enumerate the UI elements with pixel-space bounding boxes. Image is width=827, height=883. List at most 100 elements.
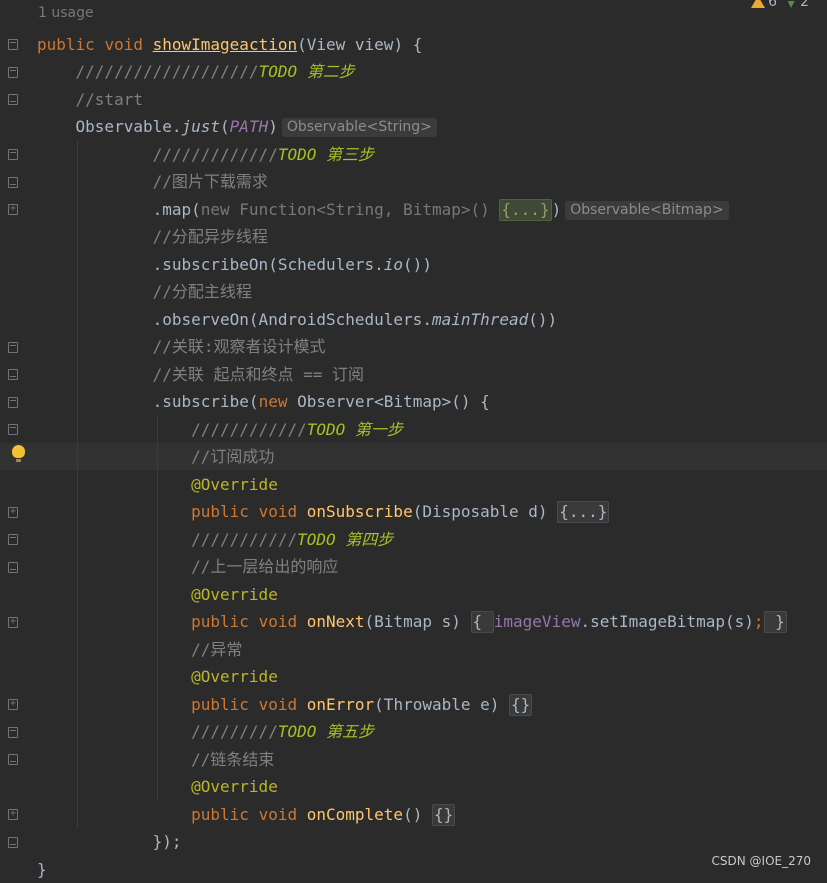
code-token: //订阅成功: [191, 447, 275, 466]
code-token: PATH: [229, 117, 269, 136]
code-token: (Disposable d): [412, 502, 558, 521]
code-token: /////////////: [152, 144, 278, 164]
code-line[interactable]: //start: [0, 86, 827, 113]
code-token: ;: [753, 612, 764, 631]
folded-region[interactable]: {}: [509, 693, 533, 716]
code-line[interactable]: @Override: [0, 773, 827, 800]
code-token: new: [258, 392, 298, 411]
code-line[interactable]: @Override: [0, 581, 827, 608]
code-token: (Throwable e): [374, 694, 510, 714]
code-line[interactable]: });: [0, 828, 827, 855]
code-line[interactable]: //图片下载需求: [0, 168, 827, 195]
code-token: .setImageBitmap(s): [580, 612, 754, 631]
code-token: }: [37, 859, 47, 879]
code-token: imageView: [493, 612, 581, 631]
indent-guide: [77, 141, 78, 829]
code-token: mainThread: [431, 309, 529, 329]
code-token: public: [191, 694, 259, 714]
code-line[interactable]: //异常: [0, 636, 827, 663]
indent-guide: [157, 416, 158, 801]
code-line[interactable]: /////////////TODO 第三步: [0, 141, 827, 168]
usage-hint[interactable]: 1 usage: [38, 5, 94, 21]
code-line[interactable]: public void onComplete() {}: [0, 801, 827, 828]
code-token: Observer<Bitmap>() {: [297, 392, 490, 411]
folded-region[interactable]: }: [763, 611, 787, 633]
code-token: //链条结束: [191, 749, 275, 769]
code-token: ): [268, 117, 278, 136]
warning-icon: [751, 0, 766, 8]
code-token: (: [220, 117, 230, 136]
code-line[interactable]: public void onNext(Bitmap s) { imageView…: [0, 608, 827, 635]
code-token: @Override: [191, 667, 278, 686]
code-token: TODO 第四步: [297, 529, 394, 549]
code-token: TODO 第一步: [306, 419, 403, 439]
lightbulb-icon[interactable]: [12, 445, 25, 462]
code-line[interactable]: }: [0, 856, 827, 883]
code-line[interactable]: /////////TODO 第五步: [0, 718, 827, 745]
code-line[interactable]: ////////////TODO 第一步: [0, 416, 827, 443]
code-line[interactable]: //分配主线程: [0, 278, 827, 305]
code-line[interactable]: //链条结束: [0, 746, 827, 773]
code-line[interactable]: //分配异步线程: [0, 223, 827, 250]
code-line[interactable]: ///////////////////TODO 第二步: [0, 58, 827, 85]
warning-count-label: 6: [768, 0, 778, 10]
code-token: ///////////////////: [75, 62, 259, 81]
code-token: onSubscribe: [306, 502, 413, 521]
code-line[interactable]: @Override: [0, 663, 827, 690]
code-line[interactable]: public void onError(Throwable e) {}: [0, 691, 827, 718]
code-token: onError: [306, 694, 375, 714]
code-token: //异常: [191, 639, 243, 659]
code-token: //关联:观察者设计模式: [152, 337, 326, 356]
code-line[interactable]: .observeOn(AndroidSchedulers.mainThread(…: [0, 306, 827, 333]
code-token: .subscribeOn(Schedulers.: [37, 254, 384, 274]
code-line[interactable]: public void showImageaction(View view) {: [0, 31, 827, 58]
code-line[interactable]: .map(new Function<String, Bitmap>() {...…: [0, 196, 827, 223]
code-line[interactable]: public void onSubscribe(Disposable d) {.…: [0, 498, 827, 525]
code-line[interactable]: //上一层给出的响应: [0, 553, 827, 580]
inspection-widget[interactable]: 6 2: [751, 0, 809, 10]
weak-warning-count[interactable]: 2: [785, 0, 809, 10]
code-token: TODO 第二步: [258, 62, 355, 81]
code-token: public: [37, 34, 105, 54]
code-token: public: [191, 612, 259, 631]
code-token: onComplete: [306, 804, 404, 824]
code-line[interactable]: .subscribe(new Observer<Bitmap>() {: [0, 388, 827, 415]
folded-region[interactable]: {: [470, 611, 494, 633]
code-token: (View view) {: [297, 34, 423, 54]
code-token: just: [181, 117, 221, 136]
code-line[interactable]: .subscribeOn(Schedulers.io()): [0, 251, 827, 278]
code-line[interactable]: @Override: [0, 471, 827, 498]
code-token: ): [551, 199, 562, 219]
warning-count[interactable]: 6: [751, 0, 777, 10]
code-line[interactable]: //关联:观察者设计模式: [0, 333, 827, 360]
code-token: void: [258, 804, 307, 824]
folded-region[interactable]: {...}: [499, 198, 552, 221]
code-token: @Override: [191, 584, 278, 604]
code-line[interactable]: //关联 起点和终点 == 订阅: [0, 361, 827, 388]
code-token: TODO 第三步: [277, 144, 374, 164]
code-token: void: [104, 34, 153, 54]
code-line[interactable]: //订阅成功: [0, 443, 827, 470]
code-line[interactable]: Observable.just(PATH) Observable<String>: [0, 113, 827, 140]
code-token: void: [258, 502, 307, 521]
code-line[interactable]: ///////////TODO 第四步: [0, 526, 827, 553]
code-token: //图片下载需求: [152, 172, 268, 191]
code-token: io: [383, 254, 404, 274]
code-token: ()): [528, 309, 558, 329]
code-token: public: [191, 502, 259, 521]
code-token: ///////////: [191, 529, 298, 549]
folded-region[interactable]: {}: [431, 803, 456, 826]
folded-region[interactable]: {...}: [557, 501, 610, 523]
